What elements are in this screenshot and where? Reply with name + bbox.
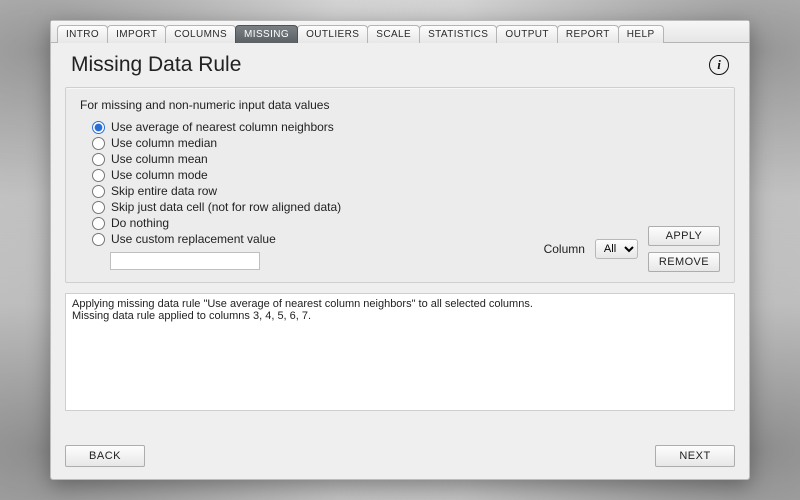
window: INTROIMPORTCOLUMNSMISSINGOUTLIERSSCALEST… [50, 20, 750, 480]
tab-outliers[interactable]: OUTLIERS [297, 25, 368, 43]
column-label: Column [544, 242, 585, 256]
log-output[interactable]: Applying missing data rule "Use average … [65, 293, 735, 411]
panel-subtitle: For missing and non-numeric input data v… [80, 98, 720, 112]
next-button[interactable]: NEXT [655, 445, 735, 467]
option-row[interactable]: Use average of nearest column neighbors [92, 120, 720, 134]
option-label: Skip entire data row [111, 184, 217, 198]
apply-button[interactable]: APPLY [648, 226, 720, 246]
column-select[interactable]: All [595, 239, 638, 259]
tab-statistics[interactable]: STATISTICS [419, 25, 497, 43]
option-row[interactable]: Use column mode [92, 168, 720, 182]
option-radio[interactable] [92, 121, 105, 134]
tab-output[interactable]: OUTPUT [496, 25, 558, 43]
options-panel: For missing and non-numeric input data v… [65, 87, 735, 283]
option-label: Use custom replacement value [111, 232, 276, 246]
tab-scale[interactable]: SCALE [367, 25, 420, 43]
info-icon[interactable]: i [709, 55, 729, 75]
option-radio[interactable] [92, 217, 105, 230]
option-row[interactable]: Skip entire data row [92, 184, 720, 198]
back-button[interactable]: BACK [65, 445, 145, 467]
tab-columns[interactable]: COLUMNS [165, 25, 236, 43]
option-row[interactable]: Skip just data cell (not for row aligned… [92, 200, 720, 214]
option-label: Use column mode [111, 168, 208, 182]
header: Missing Data Rule i [51, 43, 749, 83]
apply-remove-stack: APPLY REMOVE [648, 226, 720, 272]
option-label: Use column mean [111, 152, 208, 166]
page-title: Missing Data Rule [71, 53, 241, 77]
option-row[interactable]: Use column median [92, 136, 720, 150]
tab-help[interactable]: HELP [618, 25, 664, 43]
option-label: Skip just data cell (not for row aligned… [111, 200, 341, 214]
option-label: Do nothing [111, 216, 169, 230]
tabbar: INTROIMPORTCOLUMNSMISSINGOUTLIERSSCALEST… [51, 21, 749, 43]
option-radio[interactable] [92, 153, 105, 166]
tab-report[interactable]: REPORT [557, 25, 619, 43]
tab-import[interactable]: IMPORT [107, 25, 166, 43]
option-radio[interactable] [92, 185, 105, 198]
footer: BACK NEXT [51, 435, 749, 479]
option-radio[interactable] [92, 233, 105, 246]
option-label: Use column median [111, 136, 217, 150]
option-radio[interactable] [92, 201, 105, 214]
tab-intro[interactable]: INTRO [57, 25, 108, 43]
remove-button[interactable]: REMOVE [648, 252, 720, 272]
option-radio[interactable] [92, 137, 105, 150]
option-row[interactable]: Use column mean [92, 152, 720, 166]
custom-value-input[interactable] [110, 252, 260, 270]
right-controls: Column All APPLY REMOVE [544, 226, 720, 272]
option-radio[interactable] [92, 169, 105, 182]
tab-missing[interactable]: MISSING [235, 25, 298, 43]
option-label: Use average of nearest column neighbors [111, 120, 334, 134]
